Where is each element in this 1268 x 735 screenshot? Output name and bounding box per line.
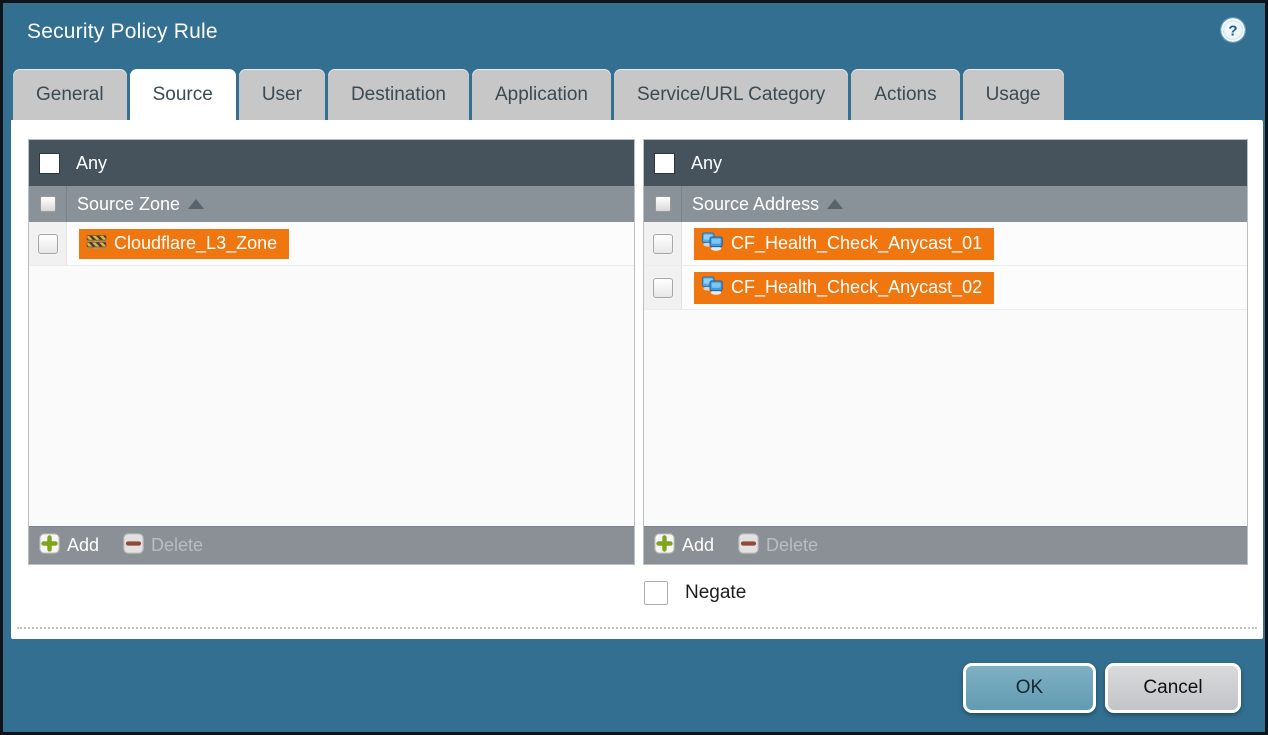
minus-icon [738,533,759,559]
add-button[interactable]: Add [654,533,714,559]
source-address-list: CF_Health_Check_Anycast_01 [644,222,1247,526]
security-policy-rule-dialog: Security Policy Rule ? General Source Us… [0,0,1268,735]
content-bottom-separator [17,627,1257,629]
negate-checkbox[interactable] [644,581,668,605]
add-button-label: Add [682,535,714,556]
select-all-cell [29,186,67,222]
source-zone-any-header: Any [29,140,634,186]
address-object-label: CF_Health_Check_Anycast_01 [731,233,982,254]
tab-service-url-category[interactable]: Service/URL Category [614,69,848,120]
add-button[interactable]: Add [39,533,99,559]
source-address-footer: Add Delete [644,526,1247,564]
plus-icon [654,533,675,559]
delete-button-label: Delete [151,535,203,556]
address-object-tag[interactable]: CF_Health_Check_Anycast_02 [694,272,994,304]
tab-usage[interactable]: Usage [963,69,1064,120]
address-object-label: CF_Health_Check_Anycast_02 [731,277,982,298]
tab-general[interactable]: General [13,69,127,120]
source-address-column-title: Source Address [692,194,819,215]
tab-user[interactable]: User [239,69,325,120]
table-row[interactable]: CF_Health_Check_Anycast_01 [644,222,1247,266]
row-checkbox[interactable] [653,234,673,254]
sort-ascending-icon [827,199,843,209]
source-zone-footer: Add Delete [29,526,634,564]
add-button-label: Add [67,535,99,556]
address-icon [701,276,724,300]
zone-object-tag[interactable]: Cloudflare_L3_Zone [79,229,289,259]
source-address-panel: Any Source Address [643,139,1248,565]
dialog-title: Security Policy Rule [27,20,218,44]
negate-row: Negate [644,581,746,605]
source-address-any-label: Any [691,153,722,174]
tab-bar: General Source User Destination Applicat… [13,69,1064,120]
source-zone-column-header[interactable]: Source Zone [29,186,634,222]
source-zone-select-all-checkbox[interactable] [40,196,56,212]
titlebar: Security Policy Rule ? [3,3,1265,69]
cancel-button[interactable]: Cancel [1105,663,1241,713]
table-row[interactable]: CF_Health_Check_Anycast_02 [644,266,1247,310]
tab-actions[interactable]: Actions [851,69,959,120]
source-address-select-all-checkbox[interactable] [655,196,671,212]
tab-source[interactable]: Source [130,69,236,120]
row-checkbox[interactable] [38,234,58,254]
source-zone-panel: Any Source Zone [28,139,635,565]
delete-button[interactable]: Delete [123,533,203,559]
source-zone-any-checkbox[interactable] [39,153,60,174]
table-row[interactable]: Cloudflare_L3_Zone [29,222,634,266]
source-zone-column-title: Source Zone [77,194,180,215]
row-checkbox-cell [644,222,682,265]
svg-text:?: ? [1228,23,1237,40]
zone-icon [86,233,107,255]
negate-label: Negate [685,582,746,604]
minus-icon [123,533,144,559]
address-icon [701,232,724,256]
source-address-any-checkbox[interactable] [654,153,675,174]
source-zone-list: Cloudflare_L3_Zone [29,222,634,526]
source-zone-any-label: Any [76,153,107,174]
tab-destination[interactable]: Destination [328,69,469,120]
zone-object-label: Cloudflare_L3_Zone [114,233,277,254]
help-icon[interactable]: ? [1219,16,1247,44]
delete-button[interactable]: Delete [738,533,818,559]
tab-content-source: Any Source Zone [11,120,1263,639]
row-checkbox[interactable] [653,278,673,298]
sort-ascending-icon [188,199,204,209]
row-checkbox-cell [29,222,67,265]
ok-button[interactable]: OK [963,663,1096,713]
plus-icon [39,533,60,559]
source-address-column-header[interactable]: Source Address [644,186,1247,222]
source-address-any-header: Any [644,140,1247,186]
address-object-tag[interactable]: CF_Health_Check_Anycast_01 [694,228,994,260]
tab-application[interactable]: Application [472,69,611,120]
row-checkbox-cell [644,266,682,309]
delete-button-label: Delete [766,535,818,556]
select-all-cell [644,186,682,222]
